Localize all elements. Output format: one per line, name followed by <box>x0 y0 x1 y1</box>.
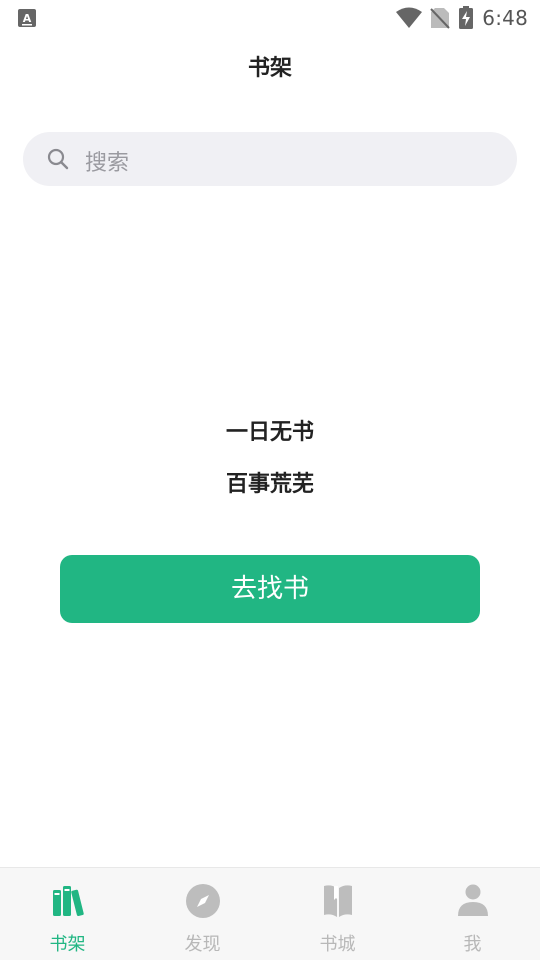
nav-label-me: 我 <box>463 934 482 955</box>
nav-label-bookstore: 书城 <box>319 934 356 955</box>
nav-label-discover: 发现 <box>184 934 221 955</box>
person-icon <box>457 884 488 916</box>
nav-item-bookstore[interactable]: 书城 <box>270 868 405 960</box>
search-icon <box>47 148 69 170</box>
no-sim-icon <box>430 8 451 29</box>
nav-item-discover[interactable]: 发现 <box>135 868 270 960</box>
nav-item-bookshelf[interactable]: 书架 <box>0 868 135 960</box>
wifi-icon <box>396 7 423 28</box>
compass-icon <box>185 884 220 918</box>
nav-label-bookshelf: 书架 <box>49 934 86 955</box>
book-icon <box>323 885 352 917</box>
accessibility-icon: A <box>18 9 36 27</box>
find-books-button[interactable]: 去找书 <box>60 555 480 623</box>
page-title: 书架 <box>247 56 292 81</box>
status-bar: A 6:48 <box>0 0 540 36</box>
empty-state-line-1: 一日无书 <box>225 420 314 445</box>
battery-charging-icon <box>459 6 474 29</box>
bottom-nav: 书架 发现 书城 我 <box>0 867 540 960</box>
bookshelf-icon <box>52 886 84 917</box>
search-placeholder: 搜索 <box>85 151 130 176</box>
status-time: 6:48 <box>482 6 528 30</box>
svg-text:A: A <box>23 12 32 25</box>
search-input[interactable]: 搜索 <box>23 132 517 186</box>
nav-item-me[interactable]: 我 <box>405 868 540 960</box>
status-icons: 6:48 <box>396 5 528 31</box>
empty-state-line-2: 百事荒芜 <box>225 472 314 497</box>
